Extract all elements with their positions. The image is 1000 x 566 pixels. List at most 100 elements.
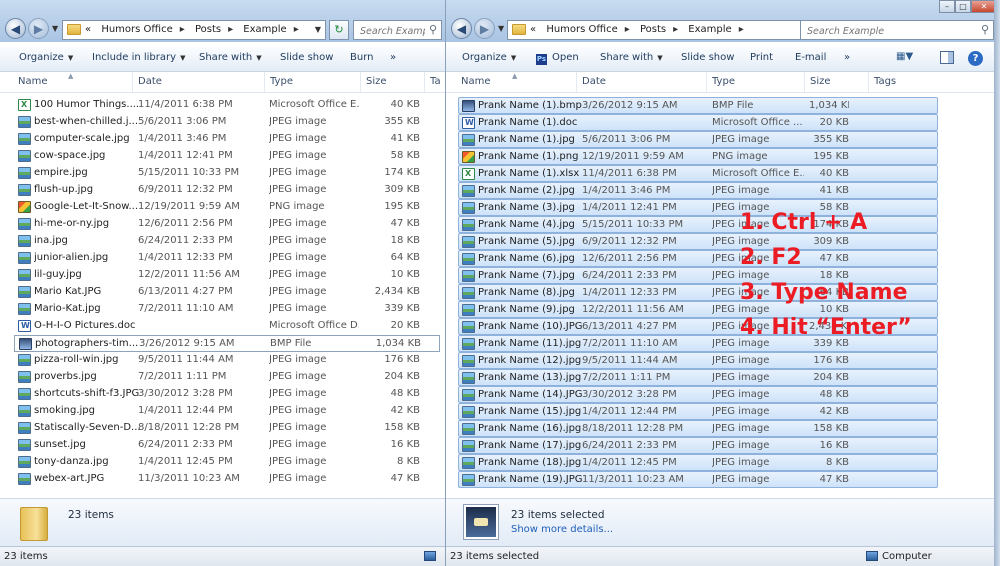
- column-divider[interactable]: [576, 72, 577, 92]
- show-more-details-link[interactable]: Show more details...: [511, 524, 613, 535]
- search-input[interactable]: [805, 22, 979, 40]
- file-row[interactable]: hi-me-or-ny.jpg 12/6/2011 2:56 PM JPEG ima…: [14, 216, 440, 233]
- search-box[interactable]: ⚲: [353, 20, 442, 40]
- include-in-library-button[interactable]: Include in library ▼: [92, 52, 185, 63]
- address-dropdown-icon[interactable]: ▼: [315, 25, 321, 34]
- breadcrumb-arrow-icon[interactable]: ▸: [294, 24, 299, 35]
- file-row[interactable]: Prank Name (6).jpg 12/6/2011 2:56 PM JPEG …: [458, 250, 938, 267]
- file-row[interactable]: Statiscally-Seven-D... 8/18/2011 12:28 PM…: [14, 420, 440, 437]
- forward-button[interactable]: ▶: [474, 18, 495, 39]
- file-row[interactable]: 100 Humor Things....11/4/2011 6:38 PM Mic…: [14, 97, 440, 114]
- file-row[interactable]: Prank Name (1).png 12/19/2011 9:59 AM PNG …: [458, 148, 938, 165]
- print-button[interactable]: Print: [750, 52, 773, 63]
- file-row[interactable]: Prank Name (1).xlsx11/4/2011 6:38 PM Micr…: [458, 165, 938, 182]
- search-input[interactable]: [358, 22, 427, 40]
- column-name[interactable]: Name: [18, 76, 48, 87]
- file-row[interactable]: Google-Let-It-Snow... 12/19/2011 9:59 AM P…: [14, 199, 440, 216]
- file-row[interactable]: Prank Name (17).jpg 6/24/2011 2:33 PM JPEG…: [458, 437, 938, 454]
- file-row[interactable]: O-H-I-O Pictures.doc Microsoft Office D..…: [14, 318, 440, 335]
- file-row[interactable]: Prank Name (5).jpg 6/9/2011 12:32 PM JPEG …: [458, 233, 938, 250]
- column-divider[interactable]: [132, 72, 133, 92]
- search-icon[interactable]: ⚲: [429, 23, 437, 36]
- organize-button[interactable]: Organize ▼: [462, 52, 516, 63]
- file-row[interactable]: Prank Name (1).bmp 3/26/2012 9:15 AM BMP F…: [458, 97, 938, 114]
- breadcrumb-arrow-icon[interactable]: ▸: [228, 24, 233, 35]
- open-button[interactable]: Ps Open: [536, 52, 579, 65]
- column-date[interactable]: Date: [138, 76, 162, 87]
- file-row[interactable]: Prank Name (15).jpg 1/4/2011 12:44 PM JPEG…: [458, 403, 938, 420]
- share-with-button[interactable]: Share with ▼: [199, 52, 262, 63]
- more-commands-button[interactable]: »: [844, 52, 850, 63]
- file-row[interactable]: tony-danza.jpg 1/4/2011 12:45 PM JPEG imag…: [14, 454, 440, 471]
- slide-show-button[interactable]: Slide show: [280, 52, 333, 63]
- file-row[interactable]: ina.jpg 6/24/2011 2:33 PM JPEG image 18 KB: [14, 233, 440, 250]
- file-row[interactable]: photographers-tim... 3/26/2012 9:15 AM BMP…: [14, 335, 440, 352]
- back-button[interactable]: ◀: [451, 18, 472, 39]
- breadcrumb-arrow-icon[interactable]: ▸: [739, 24, 744, 35]
- breadcrumb-posts[interactable]: Posts: [195, 24, 221, 35]
- preview-pane-icon[interactable]: [940, 51, 954, 64]
- recent-pages-dropdown-icon[interactable]: ▼: [498, 24, 504, 33]
- file-row[interactable]: Prank Name (1).jpg 5/6/2011 3:06 PM JPEG i…: [458, 131, 938, 148]
- maximize-button[interactable]: □: [955, 0, 971, 13]
- organize-button[interactable]: Organize ▼: [19, 52, 73, 63]
- column-type[interactable]: Type: [712, 76, 735, 87]
- file-row[interactable]: Prank Name (14).JPG 3/30/2012 3:28 PM JPEG…: [458, 386, 938, 403]
- column-divider[interactable]: [424, 72, 425, 92]
- file-row[interactable]: Mario-Kat.jpg 7/2/2011 11:10 AM JPEG image…: [14, 301, 440, 318]
- breadcrumb-example[interactable]: Example: [243, 24, 286, 35]
- email-button[interactable]: E-mail: [795, 52, 826, 63]
- file-row[interactable]: Prank Name (2).jpg 1/4/2011 3:46 PM JPEG i…: [458, 182, 938, 199]
- column-divider[interactable]: [804, 72, 805, 92]
- view-options-icon[interactable]: ▦▼: [896, 51, 913, 66]
- file-row[interactable]: Prank Name (18).jpg 1/4/2011 12:45 PM JPEG…: [458, 454, 938, 471]
- file-row[interactable]: proverbs.jpg 7/2/2011 1:11 PM JPEG image 20…: [14, 369, 440, 386]
- column-tags[interactable]: Tags: [874, 76, 896, 87]
- search-icon[interactable]: ⚲: [981, 23, 989, 36]
- breadcrumb-humors-office[interactable]: Humors Office: [546, 24, 617, 35]
- column-divider[interactable]: [264, 72, 265, 92]
- column-size[interactable]: Size: [366, 76, 387, 87]
- file-row[interactable]: pizza-roll-win.jpg 9/5/2011 11:44 AM JPEG …: [14, 352, 440, 369]
- file-row[interactable]: lil-guy.jpg 12/2/2011 11:56 AM JPEG image 1…: [14, 267, 440, 284]
- burn-button[interactable]: Burn: [350, 52, 373, 63]
- breadcrumb-arrow-icon[interactable]: ▸: [673, 24, 678, 35]
- column-size[interactable]: Size: [810, 76, 831, 87]
- minimize-button[interactable]: –: [939, 0, 955, 13]
- file-row[interactable]: best-when-chilled.j... 5/6/2011 3:06 PM JP…: [14, 114, 440, 131]
- breadcrumb-overflow[interactable]: «: [530, 24, 536, 35]
- slide-show-button[interactable]: Slide show: [681, 52, 734, 63]
- breadcrumb-humors-office[interactable]: Humors Office: [101, 24, 172, 35]
- file-row[interactable]: webex-art.JPG 11/3/2011 10:23 AM JPEG imag…: [14, 471, 440, 488]
- file-row[interactable]: Prank Name (13).jpg 7/2/2011 1:11 PM JPEG …: [458, 369, 938, 386]
- file-row[interactable]: cow-space.jpg 1/4/2011 12:41 PM JPEG image…: [14, 148, 440, 165]
- file-row[interactable]: smoking.jpg 1/4/2011 12:44 PM JPEG image 42…: [14, 403, 440, 420]
- more-commands-button[interactable]: »: [390, 52, 396, 63]
- file-row[interactable]: empire.jpg 5/15/2011 10:33 PM JPEG image 17…: [14, 165, 440, 182]
- column-tags[interactable]: Ta: [430, 76, 441, 87]
- share-with-button[interactable]: Share with ▼: [600, 52, 663, 63]
- address-bar[interactable]: « Humors Office ▸ Posts ▸ Example ▸ ▼: [62, 20, 326, 40]
- column-divider[interactable]: [706, 72, 707, 92]
- address-bar[interactable]: « Humors Office▸ Posts▸ Example▸ ▼: [507, 20, 813, 40]
- file-row[interactable]: flush-up.jpg 6/9/2011 12:32 PM JPEG image 3…: [14, 182, 440, 199]
- back-button[interactable]: ◀: [5, 18, 26, 39]
- breadcrumb-arrow-icon[interactable]: ▸: [625, 24, 630, 35]
- column-divider[interactable]: [868, 72, 869, 92]
- file-row[interactable]: sunset.jpg 6/24/2011 2:33 PM JPEG image 16 …: [14, 437, 440, 454]
- file-row[interactable]: junior-alien.jpg 1/4/2011 12:33 PM JPEG im…: [14, 250, 440, 267]
- recent-pages-dropdown-icon[interactable]: ▼: [52, 24, 58, 33]
- file-row[interactable]: Prank Name (12).jpg 9/5/2011 11:44 AM JPEG…: [458, 352, 938, 369]
- refresh-button[interactable]: ↻: [329, 20, 349, 40]
- file-row[interactable]: Prank Name (16).jpg 8/18/2011 12:28 PM JPE…: [458, 420, 938, 437]
- search-box[interactable]: ⚲: [800, 20, 994, 40]
- forward-button[interactable]: ▶: [28, 18, 49, 39]
- help-icon[interactable]: ?: [968, 51, 983, 66]
- column-name[interactable]: Name: [461, 76, 491, 87]
- breadcrumb-example[interactable]: Example: [688, 24, 731, 35]
- column-type[interactable]: Type: [270, 76, 293, 87]
- breadcrumb-posts[interactable]: Posts: [640, 24, 666, 35]
- file-row[interactable]: shortcuts-shift-f3.JPG 3/30/2012 3:28 PM J…: [14, 386, 440, 403]
- breadcrumb-arrow-icon[interactable]: ▸: [180, 24, 185, 35]
- breadcrumb-overflow[interactable]: «: [85, 24, 91, 35]
